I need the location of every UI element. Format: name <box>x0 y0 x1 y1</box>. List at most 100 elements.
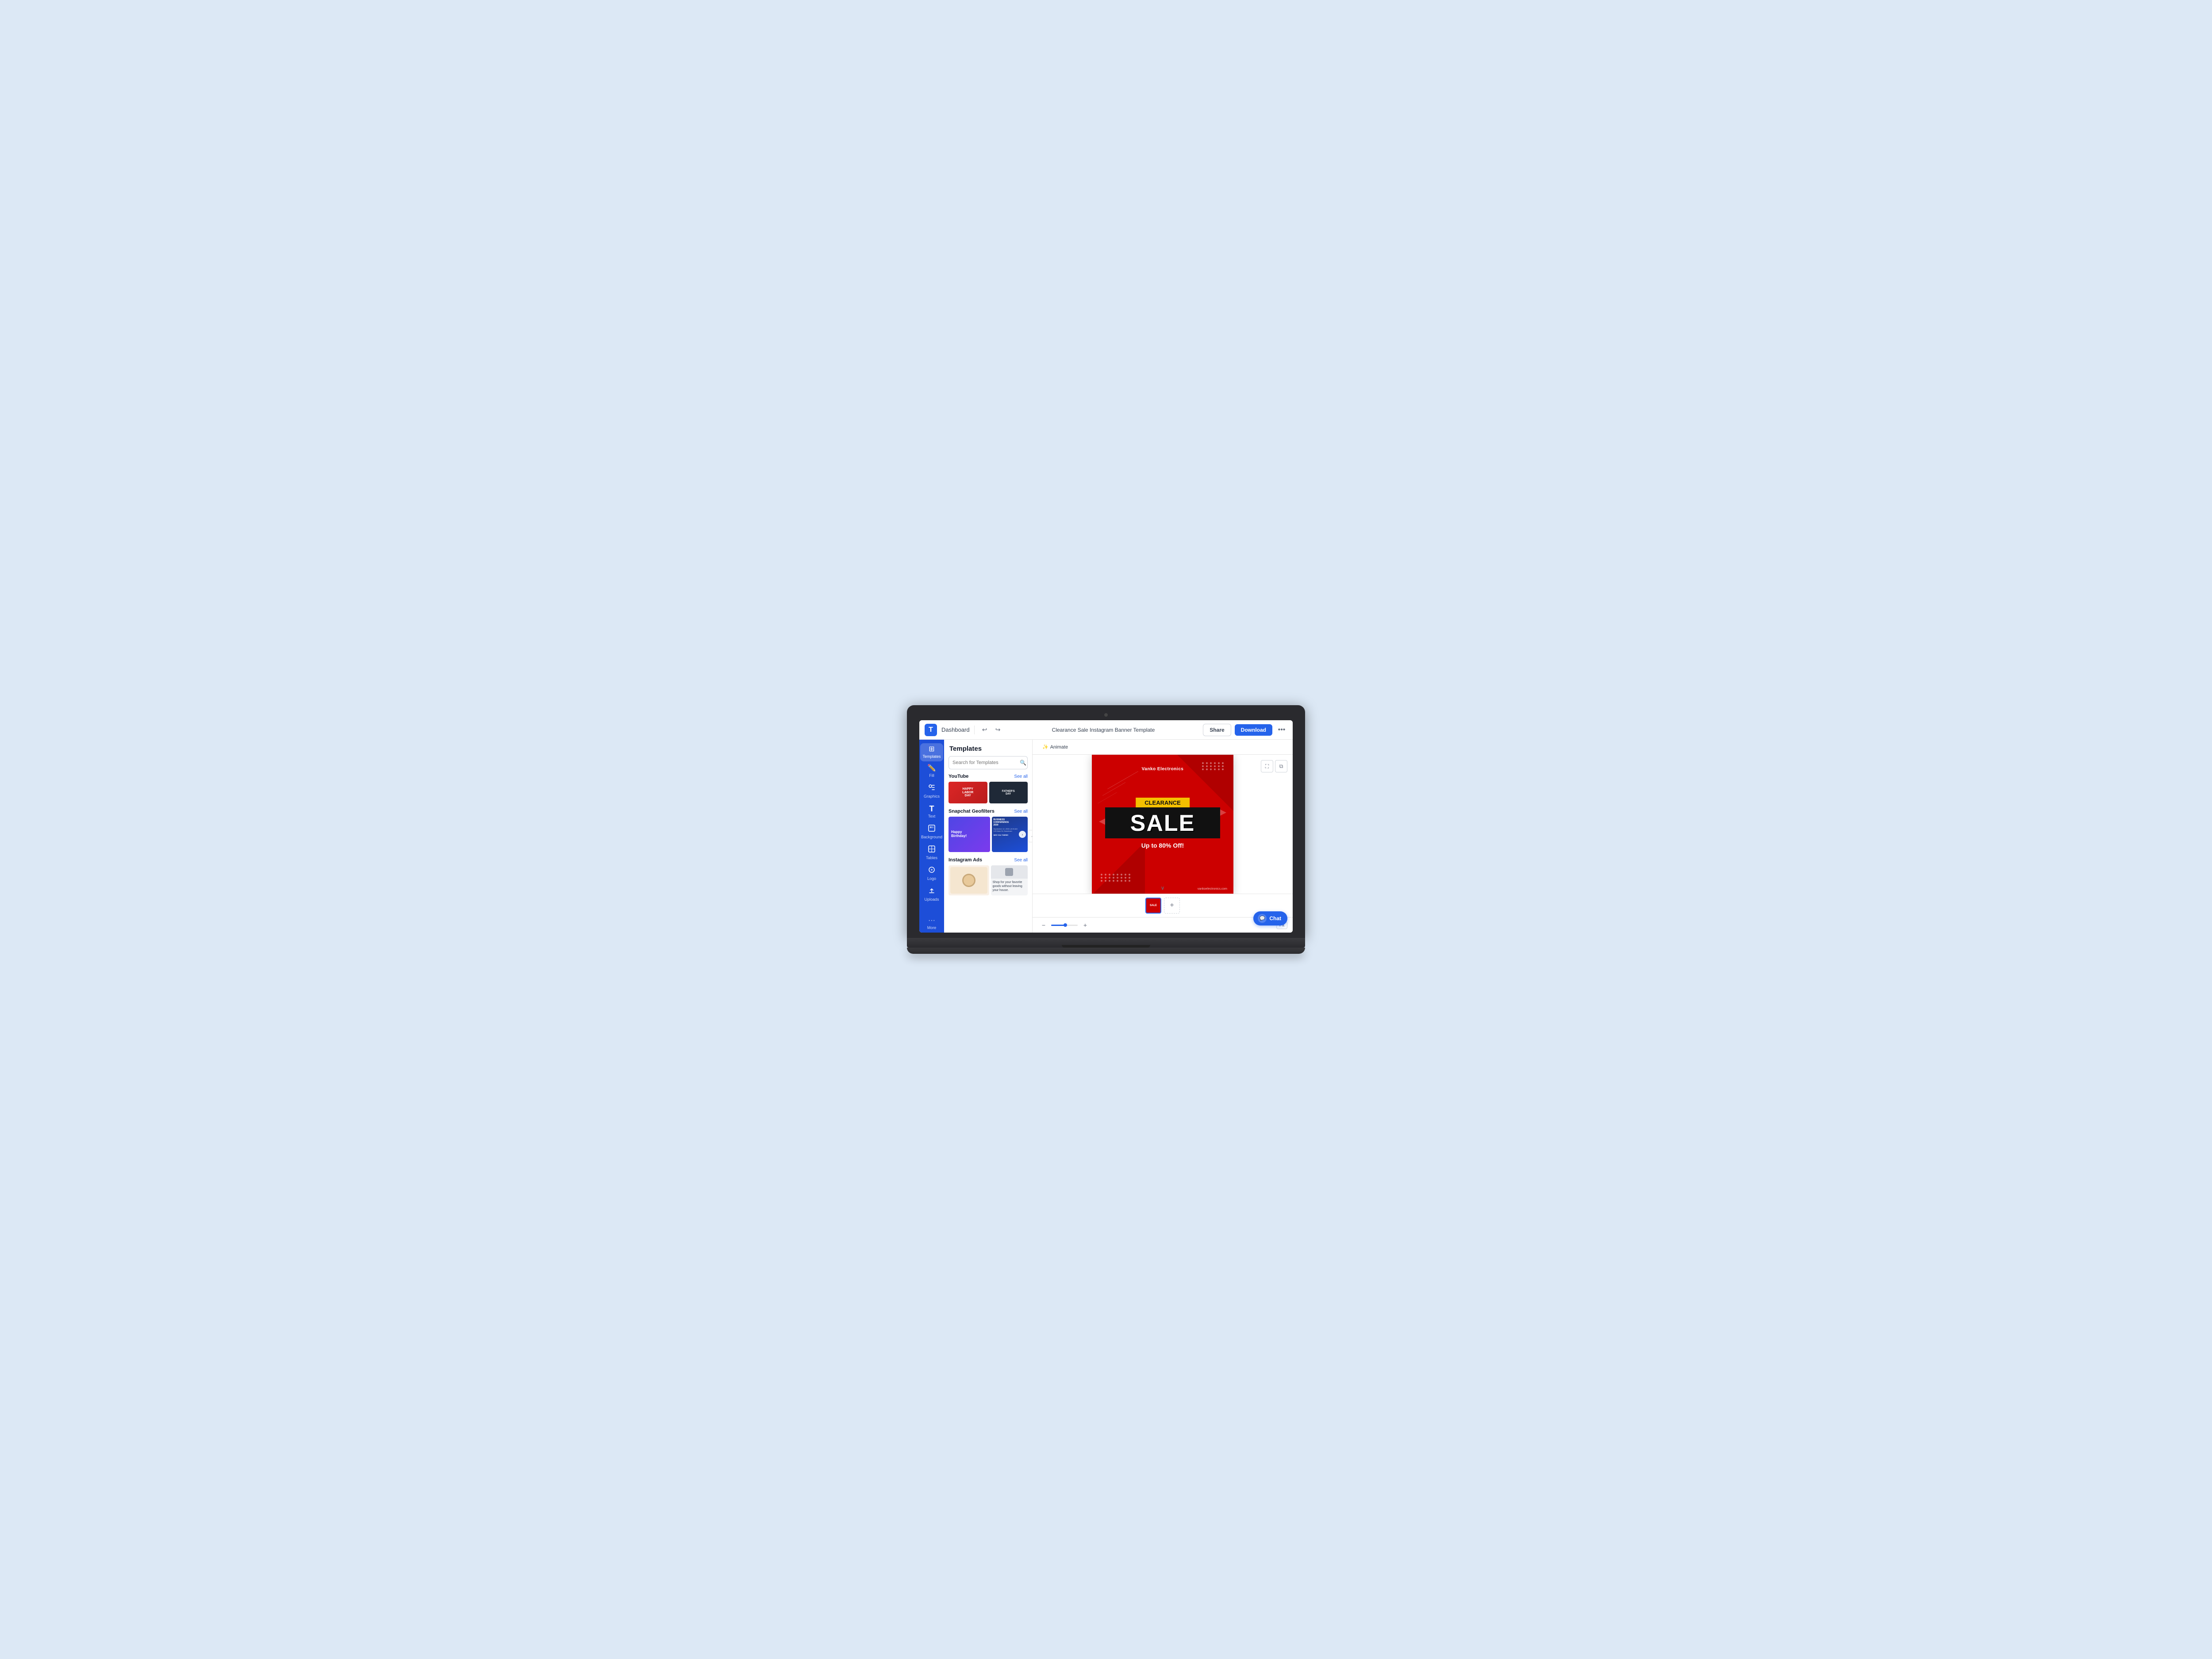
filmstrip-thumb-inner: SALE <box>1146 899 1160 913</box>
filmstrip: SALE + <box>1033 894 1293 917</box>
animate-icon: ✨ <box>1042 744 1048 750</box>
brand-name: Vanko Electronics <box>1092 767 1233 772</box>
canvas-toolbar: ✨ Animate <box>1033 740 1293 755</box>
search-button[interactable]: 🔍 <box>1019 757 1027 769</box>
screen-bezel: T Dashboard ↩ ↪ Clearance Sale Instagram… <box>907 705 1305 938</box>
canvas-chevron-down: ∨ <box>1161 885 1165 891</box>
instagram-see-all[interactable]: See all <box>1014 858 1028 863</box>
background-icon <box>928 825 935 833</box>
tables-icon <box>928 845 935 854</box>
sidebar-item-graphics[interactable]: Graphics <box>920 781 943 801</box>
dashboard-link[interactable]: Dashboard <box>941 726 970 733</box>
youtube-section-title: YouTube <box>949 774 968 779</box>
panel-title: Templates <box>944 740 1032 756</box>
zoom-slider-wrap: − + <box>1038 919 1091 931</box>
sidebar-item-templates[interactable]: ⊞ Templates <box>920 743 943 761</box>
graphics-icon <box>928 784 935 793</box>
text-label: Text <box>928 814 936 818</box>
sidebar-item-tables[interactable]: Tables <box>920 843 943 863</box>
triangle-bottom-left <box>1092 842 1145 894</box>
design-canvas[interactable]: ▶ ▶ Vanko Electronics CLEARANCE SALE <box>1092 755 1233 894</box>
sidebar-item-text[interactable]: T Text <box>920 802 943 821</box>
uploads-label: Uploads <box>924 897 939 902</box>
snapchat-section: Snapchat Geofilters See all HappyBirthda… <box>944 809 1032 857</box>
chat-icon: 💬 <box>1258 914 1267 923</box>
deco-line-3 <box>1098 792 1117 804</box>
redo-button[interactable]: ↪ <box>992 724 1004 736</box>
animate-label: Animate <box>1050 745 1068 750</box>
undo-button[interactable]: ↩ <box>979 724 991 736</box>
snap-thumb-1-text: HappyBirthday! <box>951 830 967 838</box>
topbar-actions: Share Download ••• <box>1203 724 1287 736</box>
search-input[interactable] <box>949 758 1019 768</box>
canvas-controls: ⛶ ⧉ <box>1261 760 1287 772</box>
discount-text: Up to 80% Off! <box>1092 842 1233 849</box>
panel-collapse-button[interactable]: ‹ <box>1029 830 1033 842</box>
snapchat-thumb-1[interactable]: HappyBirthday! <box>949 817 990 852</box>
fill-label: Fill <box>929 773 934 778</box>
website-text: vankoelectronics.com <box>1198 887 1227 891</box>
document-title: Clearance Sale Instagram Banner Template <box>1052 727 1155 733</box>
youtube-see-all[interactable]: See all <box>1014 774 1028 779</box>
laptop-base <box>907 938 1305 948</box>
snapchat-section-title: Snapchat Geofilters <box>949 809 995 814</box>
sidebar-item-logo[interactable]: Logo <box>920 864 943 883</box>
sale-text: SALE <box>1130 810 1195 837</box>
sidebar-item-fill[interactable]: ✏️ Fill <box>920 762 943 780</box>
youtube-section-header: YouTube See all <box>949 774 1028 779</box>
templates-label: Templates <box>922 754 941 759</box>
instagram-section-header: Instagram Ads See all <box>949 857 1028 863</box>
laptop-wrapper: T Dashboard ↩ ↪ Clearance Sale Instagram… <box>907 705 1305 954</box>
templates-icon: ⊞ <box>929 746 934 753</box>
fullscreen-button[interactable]: ⛶ <box>1261 760 1273 772</box>
deco-line-1 <box>1107 771 1138 789</box>
more-icon: ··· <box>928 917 935 924</box>
more-options-button[interactable]: ••• <box>1276 724 1287 736</box>
download-button[interactable]: Download <box>1235 724 1272 736</box>
chat-button[interactable]: 💬 Chat <box>1253 911 1287 926</box>
sidebar-item-background[interactable]: Background <box>920 822 943 842</box>
youtube-thumb-2[interactable]: FATHER'SDAY <box>989 782 1028 803</box>
youtube-section: YouTube See all HAPPYLABORDAY FATHER'SDA… <box>944 774 1032 809</box>
youtube-thumb-1[interactable]: HAPPYLABORDAY <box>949 782 987 803</box>
main-content: ⊞ Templates ✏️ Fill <box>919 740 1293 933</box>
undo-redo-group: ↩ ↪ <box>979 724 1004 736</box>
topbar-divider <box>974 726 975 734</box>
laptop-screen: T Dashboard ↩ ↪ Clearance Sale Instagram… <box>919 720 1293 933</box>
filmstrip-page-1[interactable]: SALE <box>1145 898 1161 914</box>
fill-icon: ✏️ <box>927 765 936 772</box>
sidebar-item-uploads[interactable]: Uploads <box>920 884 943 904</box>
snapchat-thumb-2[interactable]: BUSINESSCONFERENCE2030 September 12, 203… <box>992 817 1028 852</box>
app-logo[interactable]: T <box>925 724 937 736</box>
background-label: Background <box>921 835 942 839</box>
panel-scroll: YouTube See all HAPPYLABORDAY FATHER'SDA… <box>944 774 1032 933</box>
icon-rail: ⊞ Templates ✏️ Fill <box>919 740 944 933</box>
zoom-out-button[interactable]: − <box>1038 919 1049 931</box>
duplicate-button[interactable]: ⧉ <box>1275 760 1287 772</box>
filmstrip-sale-label: SALE <box>1150 904 1157 907</box>
yt-thumb-1-text: HAPPYLABORDAY <box>962 787 973 798</box>
zoom-slider[interactable] <box>1051 925 1078 926</box>
share-button[interactable]: Share <box>1203 724 1231 736</box>
laptop-stand <box>907 948 1305 954</box>
carousel-arrow[interactable]: › <box>1019 831 1026 838</box>
filmstrip-add-page[interactable]: + <box>1164 898 1180 914</box>
zoom-in-button[interactable]: + <box>1079 919 1091 931</box>
instagram-grid: Shop for your favorite goods without lea… <box>949 865 1028 895</box>
search-bar: 🔍 <box>949 756 1028 769</box>
snapchat-see-all[interactable]: See all <box>1014 809 1028 814</box>
instagram-thumb-1[interactable] <box>949 865 989 895</box>
chat-label: Chat <box>1269 915 1281 922</box>
logo-icon <box>928 866 935 875</box>
templates-panel: Templates 🔍 YouTube See all <box>944 740 1033 933</box>
instagram-section-title: Instagram Ads <box>949 857 982 863</box>
instagram-thumb-2[interactable]: Shop for your favorite goods without lea… <box>991 865 1028 895</box>
snapchat-section-header: Snapchat Geofilters See all <box>949 809 1028 814</box>
text-icon: T <box>929 805 934 813</box>
sidebar-item-more[interactable]: ··· More <box>920 914 943 933</box>
animate-button[interactable]: ✨ Animate <box>1038 742 1072 752</box>
topbar-center: Clearance Sale Instagram Banner Template <box>1008 727 1199 733</box>
canvas-view[interactable]: ⛶ ⧉ <box>1033 755 1293 894</box>
youtube-grid: HAPPYLABORDAY FATHER'SDAY <box>949 782 1028 803</box>
zoom-slider-fill <box>1051 925 1064 926</box>
